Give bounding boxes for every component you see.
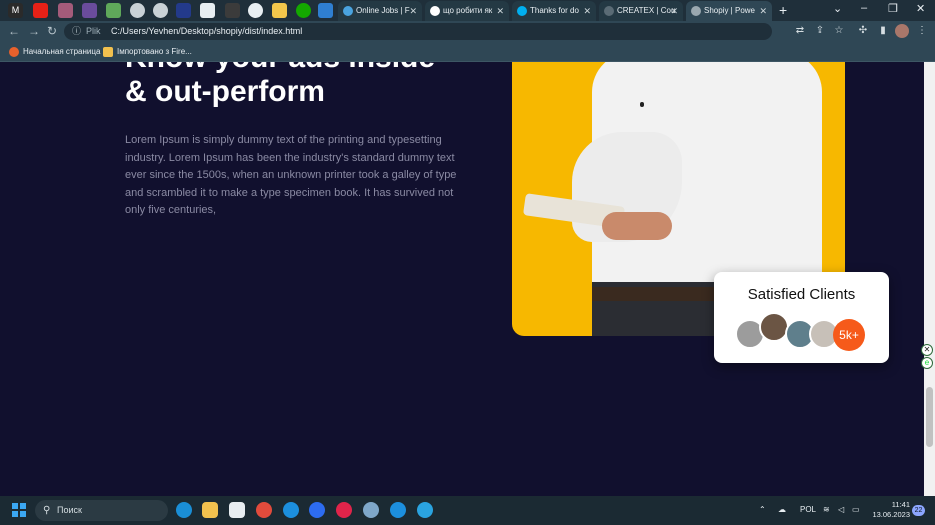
profile-avatar[interactable] bbox=[895, 24, 909, 38]
clock-date: 13.06.2023 bbox=[872, 510, 910, 519]
page-viewport: Know your ads inside & out-perform Lorem… bbox=[0, 62, 924, 496]
windows-start-icon[interactable] bbox=[12, 503, 26, 517]
pinned-tab-app-5[interactable] bbox=[225, 3, 240, 18]
info-icon[interactable]: ⓘ bbox=[72, 23, 81, 40]
onedrive-icon[interactable]: ☁ bbox=[778, 504, 786, 516]
taskbar-search-label: Поиск bbox=[57, 505, 82, 515]
tab-label: Online Jobs | F bbox=[356, 6, 410, 15]
pinned-tab-youtube[interactable] bbox=[33, 3, 48, 18]
url-text[interactable]: C:/Users/Yevhen/Desktop/shopiy/dist/inde… bbox=[111, 26, 302, 36]
pinned-tab-m[interactable]: M bbox=[8, 3, 23, 18]
file-explorer-icon[interactable] bbox=[202, 502, 218, 518]
edge-icon[interactable] bbox=[176, 502, 192, 518]
scrollbar-thumb[interactable] bbox=[926, 387, 933, 447]
bookmark-label: Імпортовано з Fire... bbox=[117, 47, 192, 56]
telegram-icon[interactable] bbox=[417, 502, 433, 518]
forward-arrow-icon[interactable]: → bbox=[28, 24, 40, 38]
createx-icon bbox=[604, 6, 614, 16]
pinned-tab-app-2[interactable] bbox=[82, 3, 97, 18]
extension-floating-icon[interactable]: e bbox=[921, 357, 933, 369]
pinned-tab-app-1[interactable] bbox=[58, 3, 73, 18]
clients-count-badge: 5k+ bbox=[833, 319, 865, 351]
menu-kebab-icon[interactable]: ⋮ bbox=[916, 25, 928, 37]
bookmark-imported-folder[interactable]: Імпортовано з Fire... bbox=[103, 45, 192, 59]
pinned-tab-web-2[interactable] bbox=[153, 3, 168, 18]
tab-skype[interactable]: Thanks for do ✕ bbox=[512, 1, 596, 21]
tab-label: CREATEX | Cou bbox=[617, 6, 676, 15]
url-scheme-label: Plik bbox=[86, 26, 101, 36]
tab-createx[interactable]: CREATEX | Cou ✕ bbox=[599, 1, 683, 21]
search-icon: ⚲ bbox=[43, 505, 51, 516]
notification-badge[interactable]: 22 bbox=[912, 505, 925, 516]
tab-label: що робити як bbox=[443, 6, 493, 15]
reload-icon[interactable]: ↻ bbox=[47, 24, 57, 38]
shopiy-icon bbox=[691, 6, 701, 16]
tab-online-jobs[interactable]: Online Jobs | F ✕ bbox=[338, 1, 422, 21]
taskbar-clock[interactable]: 11:41 13.06.2023 bbox=[866, 500, 910, 520]
taskbar-search[interactable]: ⚲ Поиск bbox=[35, 500, 168, 521]
chrome-active-icon[interactable] bbox=[363, 502, 379, 518]
translate-icon[interactable]: ⇄ bbox=[794, 25, 806, 37]
close-tab-icon[interactable]: ✕ bbox=[583, 1, 591, 21]
tab-label: Shopiy | Powe bbox=[704, 6, 755, 15]
share-icon[interactable]: ⇪ bbox=[814, 25, 826, 37]
photo-hand bbox=[602, 212, 672, 240]
bookmark-start-page[interactable]: Начальная страница bbox=[9, 45, 100, 59]
hero-heading-line2: & out-perform bbox=[125, 75, 325, 108]
tab-strip: M Online Jobs | F ✕ що робити як ✕ Thank… bbox=[0, 0, 935, 21]
windows-taskbar: ⚲ Поиск ⌃ ☁ POL ≋ ◁ ▭ 11:41 13.06.2023 2… bbox=[0, 496, 935, 525]
pinned-tab-web-1[interactable] bbox=[130, 3, 145, 18]
side-panel-icon[interactable]: ▮ bbox=[877, 25, 889, 37]
close-circle-icon[interactable]: ✕ bbox=[921, 344, 933, 356]
maximize-button[interactable]: ❐ bbox=[888, 2, 898, 15]
firefox-icon bbox=[9, 47, 19, 57]
google-icon bbox=[430, 6, 440, 16]
minimize-button[interactable]: – bbox=[861, 2, 867, 14]
close-tab-icon[interactable]: ✕ bbox=[670, 1, 678, 21]
extensions-icon[interactable]: ✣ bbox=[857, 25, 869, 37]
close-window-button[interactable]: ✕ bbox=[916, 2, 925, 15]
volume-icon[interactable]: ◁ bbox=[838, 504, 844, 516]
pinned-tab-app-6[interactable] bbox=[248, 3, 263, 18]
tab-shopiy[interactable]: Shopiy | Powe ✕ bbox=[686, 1, 772, 21]
close-tab-icon[interactable]: ✕ bbox=[409, 1, 417, 21]
clock-time: 11:41 bbox=[891, 500, 910, 509]
close-tab-icon[interactable]: ✕ bbox=[496, 1, 504, 21]
pinned-tab-upwork[interactable] bbox=[296, 3, 311, 18]
store-icon[interactable] bbox=[229, 502, 245, 518]
pinned-tab-app-8[interactable] bbox=[318, 3, 333, 18]
tray-chevron-icon[interactable]: ⌃ bbox=[759, 504, 766, 516]
back-arrow-icon[interactable]: ← bbox=[8, 24, 20, 38]
tab-favicon-icon bbox=[343, 6, 353, 16]
bookmarks-bar: Начальная страница Імпортовано з Fire... bbox=[0, 42, 935, 62]
bookmark-label: Начальная страница bbox=[23, 47, 101, 56]
hero-paragraph: Lorem Ipsum is simply dummy text of the … bbox=[125, 134, 457, 217]
clients-card-title: Satisfied Clients bbox=[747, 286, 856, 303]
pinned-tab-w3[interactable] bbox=[200, 3, 215, 18]
new-tab-button[interactable]: + bbox=[779, 2, 787, 18]
address-bar[interactable]: ⓘ Plik C:/Users/Yevhen/Desktop/shopiy/di… bbox=[64, 23, 772, 40]
skype-app-icon[interactable] bbox=[390, 502, 406, 518]
language-indicator[interactable]: POL bbox=[800, 504, 816, 516]
page-scrollbar[interactable] bbox=[924, 62, 935, 496]
tab-label: Thanks for do bbox=[530, 6, 579, 15]
tab-search-button[interactable]: ⌄ bbox=[833, 2, 842, 15]
pinned-tab-app-3[interactable] bbox=[106, 3, 121, 18]
tab-search[interactable]: що робити як ✕ bbox=[425, 1, 509, 21]
wifi-icon[interactable]: ≋ bbox=[823, 504, 830, 516]
skype-icon bbox=[517, 6, 527, 16]
battery-icon[interactable]: ▭ bbox=[852, 504, 860, 516]
shirt-button bbox=[640, 102, 644, 107]
chrome-icon[interactable] bbox=[256, 502, 272, 518]
zoom-icon[interactable] bbox=[309, 502, 325, 518]
pinned-tab-app-4[interactable] bbox=[176, 3, 191, 18]
satisfied-clients-card: Satisfied Clients 5k+ bbox=[714, 272, 889, 363]
bookmark-star-icon[interactable]: ☆ bbox=[833, 25, 845, 37]
opera-icon[interactable] bbox=[336, 502, 352, 518]
skype-taskbar-icon[interactable] bbox=[283, 502, 299, 518]
toolbar: ← → ↻ ⓘ Plik C:/Users/Yevhen/Desktop/sho… bbox=[0, 21, 935, 42]
pinned-tab-app-7[interactable] bbox=[272, 3, 287, 18]
folder-icon bbox=[103, 47, 113, 57]
close-tab-icon[interactable]: ✕ bbox=[759, 1, 767, 21]
